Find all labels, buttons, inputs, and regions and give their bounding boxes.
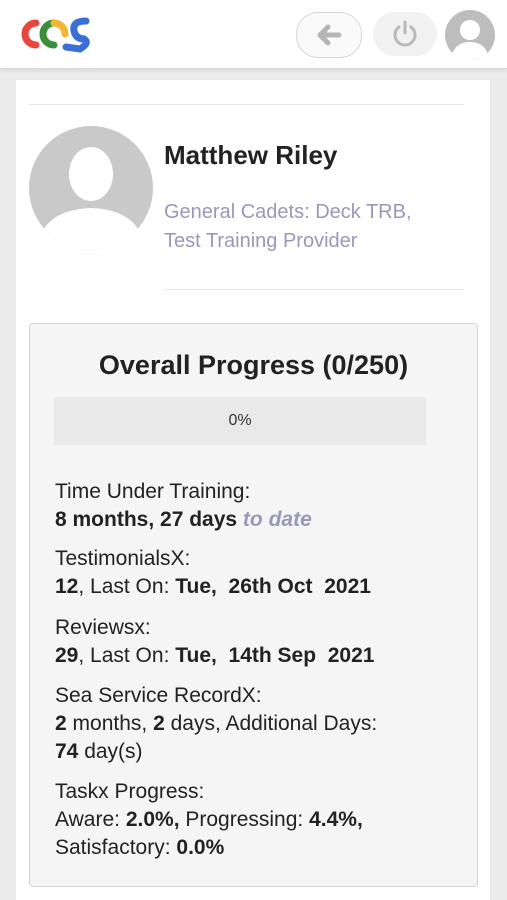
satisfactory-label: Satisfactory:: [55, 836, 177, 859]
power-icon: [393, 20, 417, 47]
reviews-stat[interactable]: Reviewsx: 29, Last On: Tue, 14th Sep 202…: [55, 614, 465, 670]
testimonials-count: 12: [55, 575, 79, 598]
sea-months-text: months,: [66, 712, 154, 735]
sea-label: Sea Service RecordX:: [55, 684, 262, 707]
trainee-programme: General Cadets: Deck TRB, Test Training …: [164, 198, 484, 256]
reviews-last-prefix: , Last On:: [78, 644, 176, 667]
testimonials-last-prefix: , Last On:: [78, 575, 176, 598]
testimonials-label: TestimonialsX:: [55, 547, 191, 570]
back-button[interactable]: [296, 12, 362, 58]
time-suffix: to date: [242, 508, 312, 531]
reviews-count: 29: [55, 644, 79, 667]
task-progress-stat[interactable]: Taskx Progress: Aware: 2.0%, Progressing…: [55, 778, 465, 862]
trainee-name: Matthew Riley: [164, 140, 338, 170]
programme-line-1: General Cadets: Deck TRB,: [164, 201, 412, 223]
acs-logo[interactable]: [14, 13, 94, 55]
reviews-label: Reviewsx:: [55, 616, 151, 639]
profile-panel: Matthew Riley General Cadets: Deck TRB, …: [16, 80, 490, 900]
aware-value: 2.0%,: [125, 808, 180, 831]
divider: [29, 104, 464, 105]
progress-bar: 0%: [54, 397, 426, 445]
overall-progress-card: Overall Progress (0/250) 0% Time Under T…: [29, 323, 478, 887]
satisfactory-value: 0.0%: [176, 836, 225, 859]
sea-additional: 74: [55, 740, 79, 763]
testimonials-last-date: Tue, 26th Oct 2021: [175, 575, 371, 598]
divider: [164, 289, 464, 290]
progress-percent: 0%: [228, 412, 252, 429]
arrow-left-icon: [317, 24, 342, 46]
card-title: Overall Progress (0/250): [98, 350, 409, 380]
reviews-last-date: Tue, 14th Sep 2021: [175, 644, 375, 667]
aware-label: Aware:: [55, 808, 126, 831]
time-value: 8 months, 27 days: [55, 508, 238, 531]
user-avatar-icon[interactable]: [445, 10, 495, 60]
progressing-value: 4.4%,: [309, 808, 363, 831]
task-label: Taskx Progress:: [55, 780, 205, 803]
time-label: Time Under Training:: [55, 480, 251, 503]
logout-button[interactable]: [373, 12, 437, 56]
sea-additional-text: day(s): [78, 740, 143, 763]
sea-days: 2: [153, 712, 165, 735]
top-navbar: [0, 0, 507, 69]
time-under-training: Time Under Training: 8 months, 27 days t…: [55, 478, 465, 534]
progressing-label: Progressing:: [179, 808, 310, 831]
sea-service-stat[interactable]: Sea Service RecordX: 2 months, 2 days, A…: [55, 682, 465, 766]
programme-line-2: Test Training Provider: [164, 230, 358, 252]
sea-months: 2: [55, 712, 67, 735]
testimonials-stat[interactable]: TestimonialsX: 12, Last On: Tue, 26th Oc…: [55, 545, 465, 601]
profile-avatar-icon: [29, 126, 153, 250]
sea-days-text: days, Additional Days:: [164, 712, 378, 735]
